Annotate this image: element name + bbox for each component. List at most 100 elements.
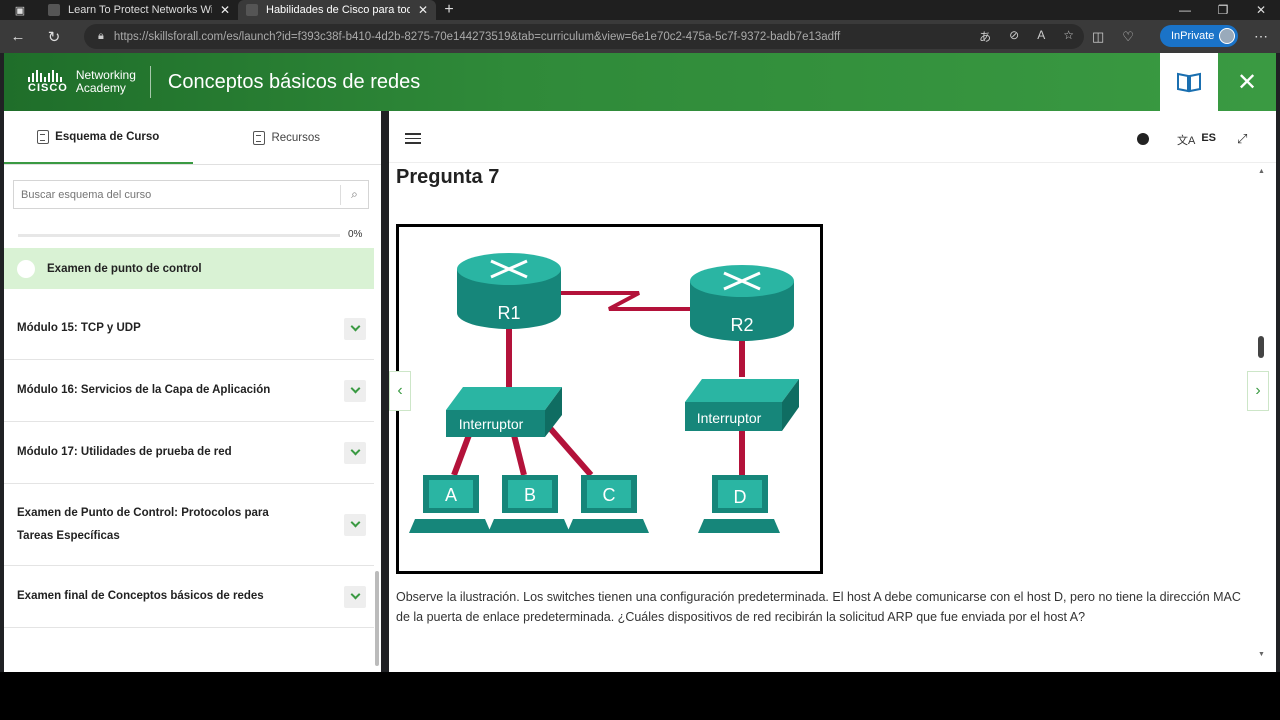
logo-line-2: Academy — [75, 81, 126, 95]
module-item[interactable]: Módulo 15: TCP y UDP — [4, 298, 374, 360]
outline-search: ⌕ — [13, 180, 369, 209]
chevron-down-icon[interactable] — [344, 513, 366, 536]
url-actions: あ ⊘ A ☆ — [979, 28, 1074, 45]
new-tab-button[interactable]: + — [436, 0, 462, 20]
split-screen-icon[interactable]: ◫ — [1092, 29, 1104, 45]
next-question-button[interactable]: › — [1247, 371, 1269, 411]
read-aloud-icon[interactable]: A — [1037, 28, 1045, 45]
link-switch-a — [451, 433, 472, 477]
book-icon — [1177, 72, 1201, 93]
link-switch-b — [511, 434, 527, 476]
close-icon: ✕ — [1236, 68, 1258, 96]
language-icon: 文A — [1177, 135, 1196, 147]
sidebar-scrollbar[interactable] — [375, 571, 379, 666]
chevron-down-icon[interactable] — [344, 585, 366, 608]
router-r2: R2 — [690, 265, 794, 341]
collapse-menu-icon[interactable] — [405, 133, 421, 147]
link-switch-c — [546, 425, 594, 477]
search-icon[interactable]: ⌕ — [340, 184, 368, 205]
question-text: Observe la ilustración. Los switches tie… — [396, 590, 1241, 624]
tab-label: Esquema de Curso — [55, 130, 160, 143]
window-controls: — ❐ ✕ — [1166, 0, 1280, 20]
scroll-up-icon[interactable]: ▲ — [1258, 168, 1265, 175]
host-c-label: C — [603, 485, 616, 505]
host-d-label: D — [734, 487, 747, 507]
module-label: Examen final de Conceptos básicos de red… — [17, 590, 264, 602]
close-course-button[interactable]: ✕ — [1218, 53, 1276, 111]
previous-question-button[interactable]: ‹ — [389, 371, 411, 411]
favorite-star-icon[interactable]: ☆ — [1063, 28, 1074, 45]
minimize-icon[interactable]: — — [1166, 0, 1204, 20]
chevron-down-icon[interactable] — [344, 441, 366, 464]
scroll-down-icon[interactable]: ▼ — [1258, 651, 1265, 658]
app-header: CISCO Networking Academy Conceptos básic… — [4, 53, 1276, 111]
sidebar-item-checkpoint[interactable]: Examen de punto de control — [4, 248, 374, 289]
content-scrollbar[interactable] — [1258, 336, 1264, 358]
module-label: Módulo 16: Servicios de la Capa de Aplic… — [17, 384, 271, 396]
tab-resources[interactable]: Recursos — [193, 111, 382, 164]
status-circle-icon — [17, 259, 35, 278]
cisco-bars-icon — [28, 70, 68, 82]
module-item[interactable]: Módulo 17: Utilidades de prueba de red — [4, 422, 374, 484]
cisco-logo[interactable]: CISCO Networking Academy — [28, 69, 136, 95]
more-menu-icon[interactable]: ⋯ — [1254, 28, 1268, 45]
switch-left-label: Interruptor — [459, 416, 524, 432]
tab-course-outline[interactable]: Esquema de Curso — [4, 111, 193, 164]
router-r1: R1 — [457, 253, 561, 329]
close-tab-icon[interactable]: ✕ — [418, 3, 428, 17]
address-bar: ← ↻ 🔒︎ https://skillsforall.com/es/launc… — [0, 20, 1280, 53]
tab-actions-icon[interactable]: ▣ — [0, 0, 40, 20]
question-panel: 文A ES ⤢ Pregunta 7 R1 R2 Interruptor Int… — [389, 111, 1276, 672]
module-label: Módulo 15: TCP y UDP — [17, 322, 141, 334]
academy-text: Networking Academy — [76, 69, 136, 95]
refresh-icon[interactable]: ↻ — [36, 28, 72, 46]
switch-left: Interruptor — [446, 387, 562, 437]
sidebar-tabs: Esquema de Curso Recursos — [4, 111, 381, 165]
tab-title: Learn To Protect Networks With I — [68, 4, 212, 16]
book-button[interactable] — [1160, 53, 1218, 111]
language-selector[interactable]: 文A ES — [1177, 132, 1216, 148]
favicon-icon — [246, 4, 258, 16]
search-input[interactable] — [14, 181, 340, 208]
host-a: A — [409, 475, 491, 533]
restore-icon[interactable]: ❐ — [1204, 0, 1242, 20]
progress-percent: 0% — [348, 229, 363, 240]
module-item[interactable]: Examen final de Conceptos básicos de red… — [4, 566, 374, 628]
close-window-icon[interactable]: ✕ — [1242, 0, 1280, 20]
chevron-down-icon[interactable] — [344, 379, 366, 402]
chevron-down-icon[interactable] — [344, 317, 366, 340]
course-outline-sidebar: Esquema de Curso Recursos ⌕ 0% Examen de… — [4, 111, 381, 672]
favicon-icon — [48, 4, 60, 16]
tracking-icon[interactable]: ⊘ — [1009, 28, 1019, 45]
question-title: Pregunta 7 — [396, 166, 500, 188]
url-field[interactable]: 🔒︎ https://skillsforall.com/es/launch?id… — [84, 24, 1084, 49]
header-divider — [149, 66, 151, 98]
module-item[interactable]: Examen de Punto de Control: Protocolos p… — [4, 484, 374, 566]
outline-icon — [37, 129, 50, 144]
module-label: Módulo 17: Utilidades de prueba de red — [17, 446, 232, 458]
translate-icon[interactable]: あ — [979, 28, 991, 45]
topology-svg: R1 R2 Interruptor Interruptor A B C D — [409, 253, 799, 533]
language-code: ES — [1201, 132, 1217, 144]
router-r2-label: R2 — [730, 315, 753, 335]
network-diagram: R1 R2 Interruptor Interruptor A B C D — [396, 224, 823, 574]
host-b-label: B — [524, 485, 536, 505]
lock-icon: 🔒︎ — [98, 30, 104, 42]
browser-tab-1[interactable]: Learn To Protect Networks With I ✕ — [40, 0, 238, 20]
inprivate-label: InPrivate — [1171, 30, 1215, 42]
url-text: https://skillsforall.com/es/launch?id=f3… — [113, 30, 841, 43]
extensions-icon[interactable]: ♡ — [1122, 29, 1134, 45]
host-d: D — [698, 475, 780, 533]
fullscreen-icon[interactable]: ⤢ — [1237, 131, 1247, 147]
browser-tab-2[interactable]: Habilidades de Cisco para todos ✕ — [238, 0, 436, 20]
close-tab-icon[interactable]: ✕ — [220, 3, 230, 17]
inprivate-badge[interactable]: InPrivate — [1160, 25, 1238, 47]
document-icon — [253, 130, 266, 145]
back-icon[interactable]: ← — [0, 28, 36, 45]
module-item[interactable]: Módulo 16: Servicios de la Capa de Aplic… — [4, 360, 374, 422]
host-b: B — [488, 475, 570, 533]
toolbar-icons: ◫ ♡ — [1092, 29, 1134, 45]
cisco-wordmark: CISCO — [28, 82, 68, 94]
tab-label: Recursos — [271, 131, 321, 144]
dark-mode-icon[interactable] — [1137, 133, 1149, 145]
